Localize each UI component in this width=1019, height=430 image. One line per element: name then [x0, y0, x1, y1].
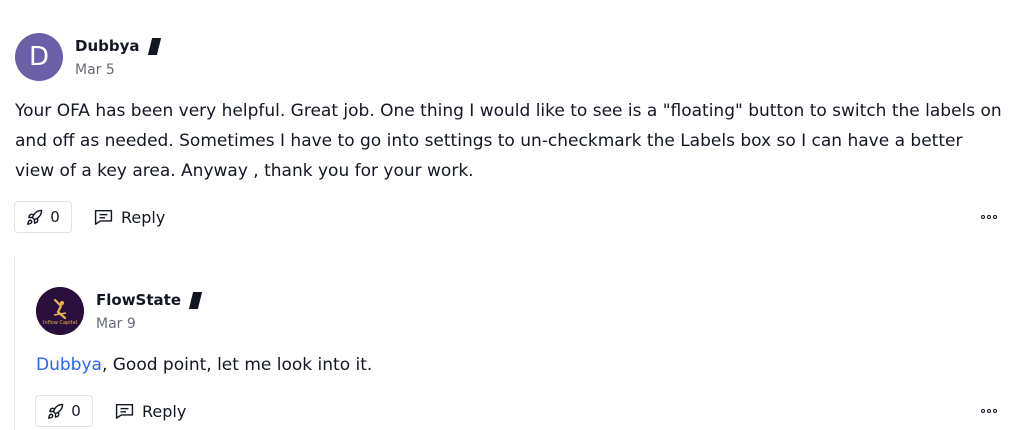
avatar[interactable]: D: [15, 33, 63, 81]
author-row: Dubbya: [75, 35, 161, 57]
reply-actions: 0 Reply: [35, 395, 186, 427]
inflow-logo-icon: Inflow Capital: [36, 287, 84, 335]
thread-line: [14, 258, 15, 430]
reply-date: Mar 9: [96, 316, 136, 332]
more-horizontal-icon: [981, 215, 985, 219]
boost-count: 0: [50, 208, 60, 226]
rocket-icon: [27, 209, 43, 225]
rocket-icon: [48, 403, 64, 419]
more-options-button[interactable]: [981, 409, 997, 413]
more-horizontal-icon: [981, 409, 985, 413]
author-name[interactable]: Dubbya: [75, 37, 140, 55]
author-row: FlowState: [96, 289, 203, 311]
reply-meta: FlowState Mar 9: [96, 287, 203, 332]
mention-link[interactable]: Dubbya: [36, 355, 102, 375]
boost-button[interactable]: 0: [14, 201, 72, 233]
reply-button[interactable]: Reply: [115, 402, 186, 421]
avatar[interactable]: Inflow Capital: [36, 287, 84, 335]
comment-date: Mar 5: [75, 62, 115, 78]
reply-button[interactable]: Reply: [94, 208, 165, 227]
boost-count: 0: [71, 402, 81, 420]
reply-label: Reply: [121, 207, 166, 227]
comment-icon: [94, 209, 113, 225]
more-options-button[interactable]: [981, 215, 997, 219]
author-name[interactable]: FlowState: [96, 291, 181, 309]
boost-button[interactable]: 0: [35, 395, 93, 427]
comment-header: D Dubbya Mar 5: [15, 33, 161, 81]
author-badge-icon: [188, 291, 203, 309]
comment-actions: 0 Reply: [14, 201, 165, 233]
reply-text: Dubbya, Good point, let me look into it.: [36, 350, 996, 380]
reply-text-body: , Good point, let me look into it.: [101, 355, 373, 375]
comment-icon: [115, 403, 134, 419]
comment-text: Your OFA has been very helpful. Great jo…: [15, 101, 1002, 181]
comment-meta: Dubbya Mar 5: [75, 33, 161, 78]
reply-label: Reply: [142, 401, 187, 421]
svg-text:Inflow Capital: Inflow Capital: [43, 320, 77, 326]
author-badge-icon: [147, 37, 161, 55]
reply-header: Inflow Capital FlowState Mar 9: [36, 287, 203, 335]
avatar-letter: D: [28, 42, 50, 72]
